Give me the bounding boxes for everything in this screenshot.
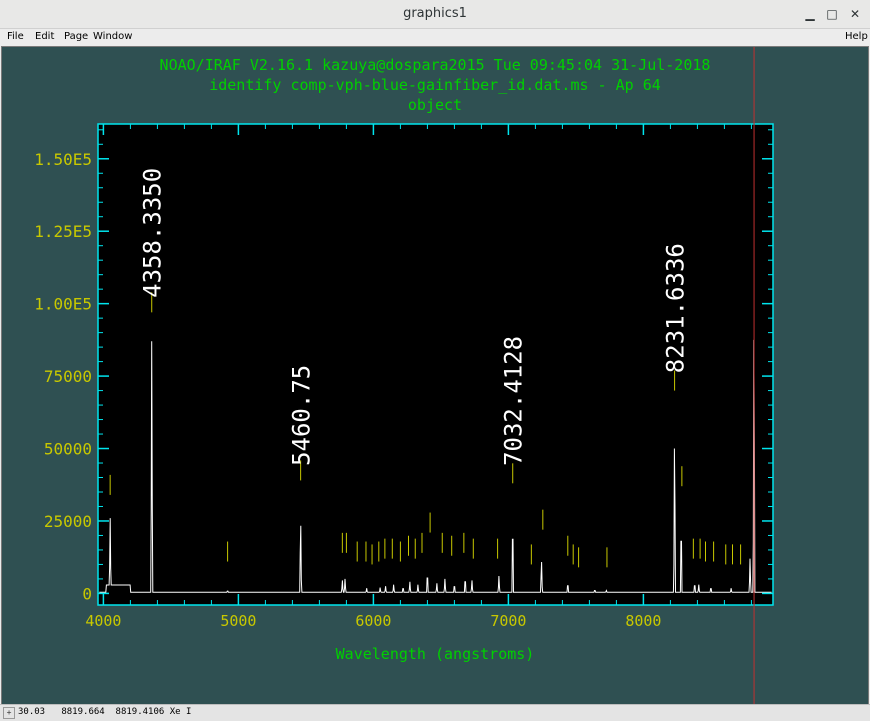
status-grip-icon[interactable]: + <box>3 707 15 719</box>
line-annotation-label: 4358.3350 <box>139 168 167 298</box>
y-tick-label: 1.00E5 <box>34 295 92 314</box>
menu-window[interactable]: Window <box>93 31 132 42</box>
plot-header-line3: object <box>408 96 462 114</box>
y-tick-label: 0 <box>82 584 92 603</box>
y-tick-label: 75000 <box>44 367 92 386</box>
menu-file[interactable]: File <box>7 31 24 42</box>
y-tick-label: 25000 <box>44 512 92 531</box>
menu-edit[interactable]: Edit <box>35 31 54 42</box>
close-button[interactable]: ✕ <box>846 5 864 23</box>
x-axis-label: Wavelength (angstroms) <box>336 645 535 663</box>
x-tick-label: 4000 <box>85 612 121 630</box>
plot-header-line2: identify comp-vph-blue-gainfiber_id.dat.… <box>209 76 661 94</box>
line-annotation-label: 8231.6336 <box>662 243 690 373</box>
y-tick-label: 1.50E5 <box>34 150 92 169</box>
status-text: 30.03 8819.664 8819.4106 Xe I <box>18 707 192 717</box>
minimize-button[interactable]: ▁ <box>801 5 819 23</box>
maximize-button[interactable]: □ <box>823 5 841 23</box>
menu-help[interactable]: Help <box>845 31 868 42</box>
menu-bar: File Edit Page Window Help <box>0 29 870 46</box>
x-tick-label: 8000 <box>625 612 661 630</box>
graphics-canvas[interactable]: NOAO/IRAF V2.16.1 kazuya@dospara2015 Tue… <box>1 46 869 705</box>
window-title: graphics1 <box>403 6 467 21</box>
x-tick-label: 5000 <box>220 612 256 630</box>
line-annotation-label: 7032.4128 <box>500 336 528 466</box>
line-annotation-label: 5460.75 <box>288 365 316 466</box>
spectrum-plot[interactable]: NOAO/IRAF V2.16.1 kazuya@dospara2015 Tue… <box>2 47 868 704</box>
y-tick-label: 1.25E5 <box>34 222 92 241</box>
x-tick-label: 6000 <box>355 612 391 630</box>
menu-page[interactable]: Page <box>64 31 88 42</box>
plot-header-line1: NOAO/IRAF V2.16.1 kazuya@dospara2015 Tue… <box>160 56 711 74</box>
status-bar: + 30.03 8819.664 8819.4106 Xe I <box>0 704 870 721</box>
x-tick-label: 7000 <box>490 612 526 630</box>
window-titlebar[interactable]: graphics1 ▁ □ ✕ <box>0 0 870 29</box>
y-tick-label: 50000 <box>44 440 92 459</box>
